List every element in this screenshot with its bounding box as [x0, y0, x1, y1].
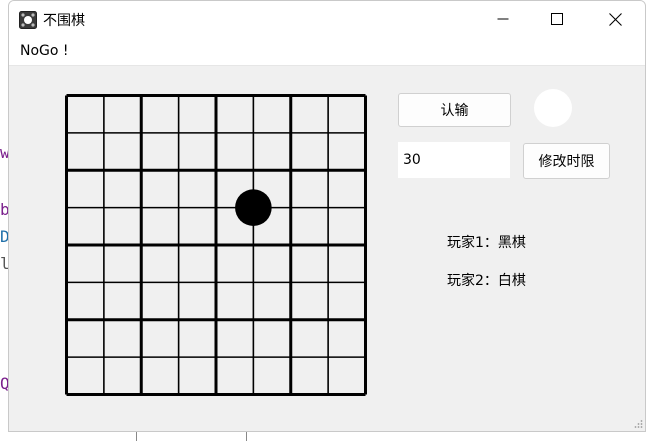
app-window: 不围棋 NoGo ! 认输 修改时限 玩家1：黑棋 玩家2：白棋: [8, 0, 646, 432]
close-button[interactable]: [587, 1, 643, 37]
menu-title: NoGo !: [20, 43, 69, 59]
go-board[interactable]: [65, 94, 367, 396]
resize-grip-icon[interactable]: [633, 419, 643, 429]
nogo-app-icon: [19, 11, 37, 29]
resign-button[interactable]: 认输: [398, 93, 511, 127]
minimize-icon: [497, 18, 509, 20]
player1-label: 玩家1：黑棋: [447, 235, 526, 251]
time-limit-input[interactable]: [398, 142, 510, 178]
title-bar[interactable]: 不围棋: [9, 1, 645, 37]
player2-label: 玩家2：白棋: [447, 273, 526, 289]
menu-bar: NoGo !: [9, 37, 645, 66]
maximize-icon: [551, 13, 563, 25]
maximize-button[interactable]: [529, 1, 585, 37]
window-title: 不围棋: [43, 13, 85, 29]
stone: [235, 189, 272, 226]
minimize-button[interactable]: [475, 1, 531, 37]
close-icon: [608, 12, 622, 26]
change-time-limit-button[interactable]: 修改时限: [523, 143, 610, 179]
turn-indicator: [534, 89, 572, 127]
